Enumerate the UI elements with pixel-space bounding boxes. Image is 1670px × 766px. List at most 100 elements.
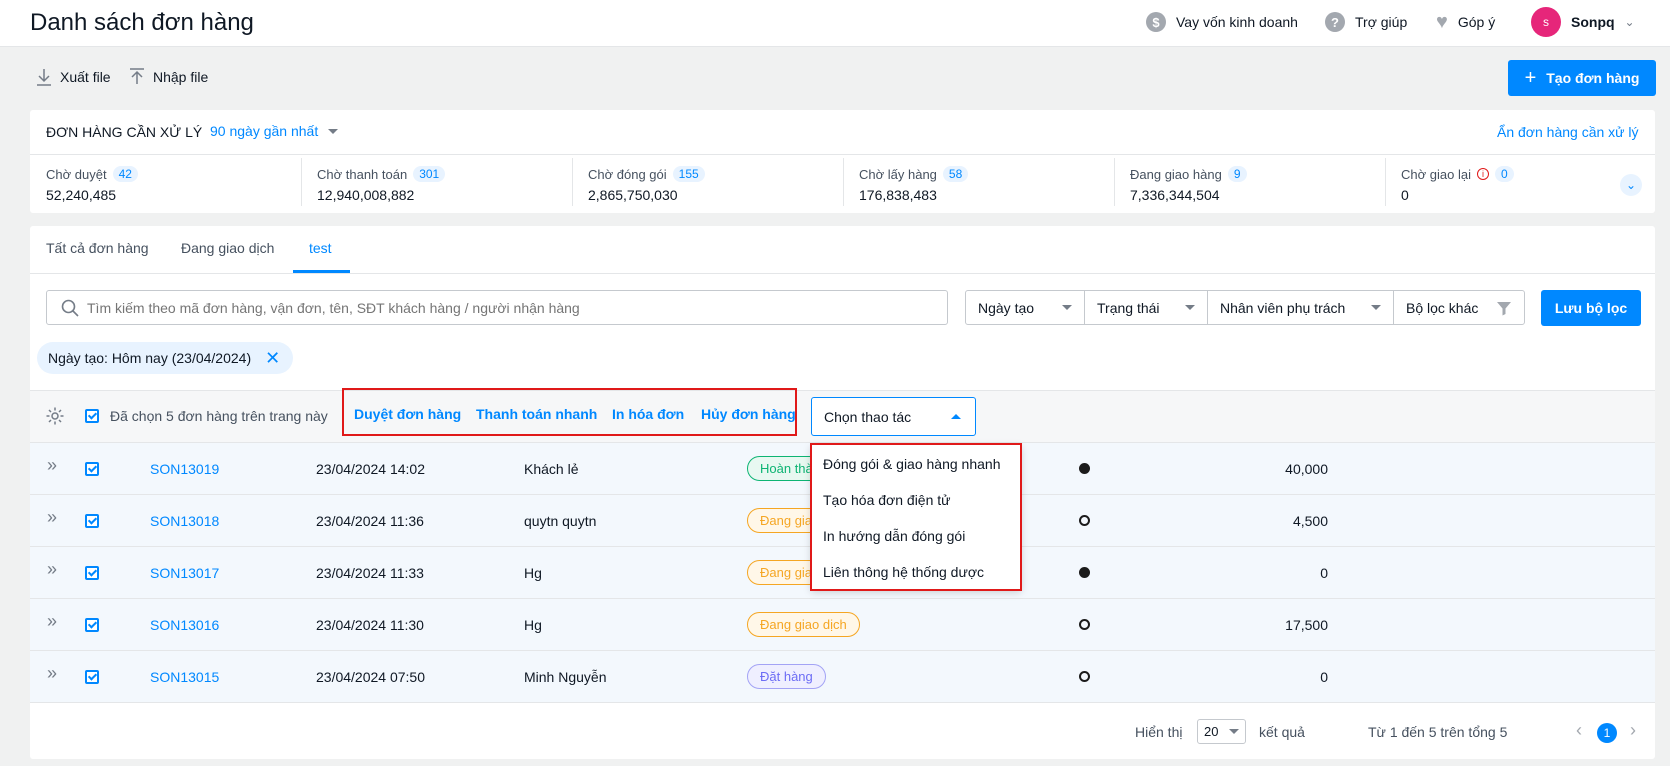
choose-action-select[interactable]: Chọn thao tác — [811, 397, 976, 436]
user-menu[interactable]: s Sonpq ⌄ — [1531, 7, 1635, 37]
stat-awaiting-packing[interactable]: Chờ đóng gói 155 2,865,750,030 — [588, 166, 705, 203]
quick-pay-button[interactable]: Thanh toán nhanh — [476, 406, 597, 422]
chevron-left-icon[interactable]: ‹ — [1576, 720, 1582, 741]
double-chevron-right-icon[interactable]: » — [47, 663, 57, 684]
filter-other[interactable]: Bộ lọc khác — [1393, 290, 1525, 325]
results-range: Từ 1 đến 5 trên tổng 5 — [1368, 724, 1508, 740]
create-order-button[interactable]: + Tạo đơn hàng — [1508, 60, 1656, 96]
stat-count: 155 — [672, 166, 705, 182]
tab-all-orders[interactable]: Tất cả đơn hàng — [46, 240, 149, 256]
filter-label: Nhân viên phụ trách — [1220, 299, 1346, 316]
order-date: 23/04/2024 11:30 — [316, 617, 424, 633]
active-filter-tag: Ngày tạo: Hôm nay (23/04/2024) ✕ — [37, 342, 293, 374]
question-icon: ? — [1325, 12, 1345, 32]
stat-label: Đang giao hàng — [1130, 166, 1222, 182]
date-range-select[interactable]: 90 ngày gần nhất — [210, 123, 339, 139]
order-code-link[interactable]: SON13016 — [150, 617, 219, 633]
order-code-link[interactable]: SON13018 — [150, 513, 219, 529]
double-chevron-right-icon[interactable]: » — [47, 611, 57, 632]
export-file-button[interactable]: Xuất file — [36, 68, 111, 86]
download-icon — [37, 69, 51, 86]
chevron-down-icon: ⌄ — [1625, 178, 1637, 192]
order-date: 23/04/2024 07:50 — [316, 669, 425, 685]
approve-orders-button[interactable]: Duyệt đơn hàng — [354, 406, 461, 422]
menu-item-create-e-invoice[interactable]: Tạo hóa đơn điện tử — [823, 492, 951, 508]
stat-awaiting-approval[interactable]: Chờ duyệt 42 52,240,485 — [46, 166, 138, 203]
customer-name: Hg — [524, 565, 542, 581]
menu-item-pack-and-ship[interactable]: Đóng gói & giao hàng nhanh — [823, 456, 1000, 472]
help-label: Trợ giúp — [1355, 14, 1408, 30]
menu-item-print-packing-guide[interactable]: In hướng dẫn đóng gói — [823, 528, 965, 544]
expand-stats-button[interactable]: ⌄ — [1620, 174, 1642, 196]
divider — [301, 158, 302, 206]
results-label: kết quả — [1259, 724, 1305, 740]
stat-awaiting-pickup[interactable]: Chờ lấy hàng 58 176,838,483 — [859, 166, 969, 203]
import-file-button[interactable]: Nhập file — [129, 68, 208, 86]
table-row[interactable]: » SON13015 23/04/2024 07:50 Minh Nguyễn … — [30, 651, 1655, 703]
print-invoice-button[interactable]: In hóa đơn — [612, 406, 684, 422]
divider — [572, 158, 573, 206]
stat-delivering[interactable]: Đang giao hàng 9 7,336,344,504 — [1130, 166, 1247, 203]
order-amount: 0 — [1320, 669, 1328, 685]
stat-count: 58 — [942, 166, 969, 182]
date-range-label: 90 ngày gần nhất — [210, 123, 319, 139]
tab-test[interactable]: test — [309, 240, 332, 256]
status-dot — [1079, 619, 1090, 630]
filter-status[interactable]: Trạng thái — [1084, 290, 1208, 325]
stat-label: Chờ đóng gói — [588, 166, 667, 182]
order-code-link[interactable]: SON13019 — [150, 461, 219, 477]
stat-value: 12,940,008,882 — [317, 187, 415, 203]
tab-in-transaction[interactable]: Đang giao dịch — [181, 240, 274, 256]
order-date: 23/04/2024 14:02 — [316, 461, 425, 477]
plus-icon: + — [1524, 66, 1537, 89]
filter-created-date[interactable]: Ngày tạo — [965, 290, 1085, 325]
choose-action-label: Chọn thao tác — [824, 408, 912, 425]
row-checkbox[interactable] — [85, 670, 99, 684]
order-date: 23/04/2024 11:33 — [316, 565, 424, 581]
row-checkbox[interactable] — [85, 566, 99, 580]
stat-label: Chờ thanh toán — [317, 166, 408, 182]
page-size-label: Hiển thị — [1135, 724, 1183, 740]
active-filter-label: Ngày tạo: Hôm nay (23/04/2024) — [48, 350, 252, 366]
caret-down-icon — [328, 128, 339, 134]
feedback-link[interactable]: ♥ Góp ý — [1436, 12, 1495, 32]
order-code-link[interactable]: SON13015 — [150, 669, 219, 685]
order-amount: 17,500 — [1285, 617, 1328, 633]
status-dot — [1079, 463, 1090, 474]
search-box[interactable] — [46, 290, 948, 325]
close-icon[interactable]: ✕ — [265, 348, 280, 369]
cancel-orders-button[interactable]: Hủy đơn hàng — [701, 406, 796, 422]
filter-label: Trạng thái — [1097, 299, 1160, 316]
double-chevron-right-icon[interactable]: » — [47, 507, 57, 528]
chevron-right-icon[interactable]: › — [1630, 720, 1636, 741]
order-code-link[interactable]: SON13017 — [150, 565, 219, 581]
stat-awaiting-payment[interactable]: Chờ thanh toán 301 12,940,008,882 — [317, 166, 446, 203]
row-checkbox[interactable] — [85, 618, 99, 632]
filter-staff[interactable]: Nhân viên phụ trách — [1207, 290, 1394, 325]
page-button-current[interactable]: 1 — [1597, 723, 1617, 743]
filter-label: Bộ lọc khác — [1406, 299, 1479, 316]
row-checkbox[interactable] — [85, 462, 99, 476]
gear-icon[interactable] — [45, 406, 65, 426]
divider — [30, 273, 1655, 274]
order-date: 23/04/2024 11:36 — [316, 513, 424, 529]
double-chevron-right-icon[interactable]: » — [47, 559, 57, 580]
customer-name: quytn quytn — [524, 513, 597, 529]
business-loan-link[interactable]: $ Vay vốn kinh doanh — [1146, 12, 1298, 32]
divider — [843, 158, 844, 206]
status-dot — [1079, 515, 1090, 526]
menu-item-pharmacy-integration[interactable]: Liên thông hệ thống dược — [823, 564, 984, 580]
stat-awaiting-redelivery[interactable]: Chờ giao lại i 0 0 — [1401, 166, 1514, 203]
select-all-checkbox[interactable] — [85, 409, 99, 423]
page-size-select[interactable]: 20 — [1197, 719, 1246, 744]
double-chevron-right-icon[interactable]: » — [47, 455, 57, 476]
row-checkbox[interactable] — [85, 514, 99, 528]
export-file-label: Xuất file — [60, 69, 111, 85]
save-filter-button[interactable]: Lưu bộ lọc — [1541, 290, 1641, 326]
stat-label: Chờ giao lại — [1401, 166, 1471, 182]
caret-down-icon — [1371, 305, 1381, 310]
search-input[interactable] — [87, 299, 927, 316]
hide-pending-link[interactable]: Ẩn đơn hàng cần xử lý — [1497, 124, 1639, 140]
table-row[interactable]: » SON13016 23/04/2024 11:30 Hg Đang giao… — [30, 599, 1655, 651]
help-link[interactable]: ? Trợ giúp — [1325, 12, 1407, 32]
